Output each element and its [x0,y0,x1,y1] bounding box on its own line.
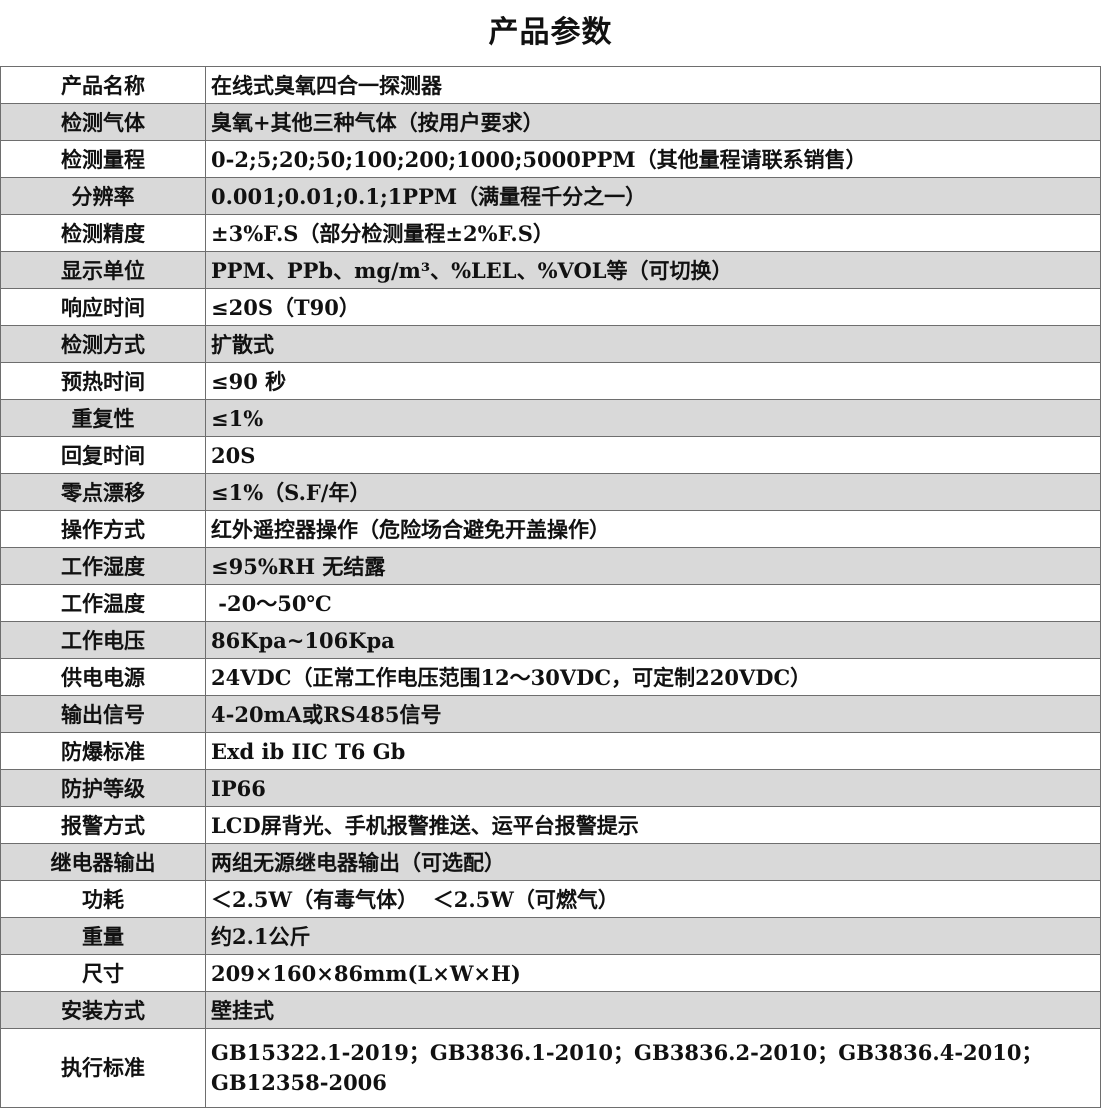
row-label: 操作方式 [0,510,206,548]
table-row: 显示单位 PPM、PPb、mg/m³、%LEL、%VOL等（可切换） [0,251,1101,289]
row-value: 4-20mA或RS485信号 [205,695,1101,733]
row-label: 尺寸 [0,954,206,992]
table-row: 工作湿度 ≤95%RH 无结露 [0,547,1101,585]
table-row: 供电电源 24VDC（正常工作电压范围12～30VDC，可定制220VDC） [0,658,1101,696]
row-value: ≤90 秒 [205,362,1101,400]
table-row: 分辨率 0.001;0.01;0.1;1PPM（满量程千分之一） [0,177,1101,215]
row-value: 红外遥控器操作（危险场合避免开盖操作） [205,510,1101,548]
row-label: 检测量程 [0,140,206,178]
row-value: 臭氧+其他三种气体（按用户要求） [205,103,1101,141]
table-row: 零点漂移 ≤1%（S.F/年） [0,473,1101,511]
table-row: 操作方式 红外遥控器操作（危险场合避免开盖操作） [0,510,1101,548]
row-label: 检测气体 [0,103,206,141]
row-label: 检测精度 [0,214,206,252]
table-row: 产品名称 在线式臭氧四合一探测器 [0,66,1101,104]
row-label: 工作湿度 [0,547,206,585]
row-label: 输出信号 [0,695,206,733]
row-label: 防爆标准 [0,732,206,770]
row-value: 扩散式 [205,325,1101,363]
row-value: ≤1% [205,399,1101,437]
table-row: 重量 约2.1公斤 [0,917,1101,955]
row-label: 报警方式 [0,806,206,844]
row-value: 24VDC（正常工作电压范围12～30VDC，可定制220VDC） [205,658,1101,696]
row-value: GB15322.1-2019；GB3836.1-2010；GB3836.2-20… [205,1028,1101,1108]
row-value: PPM、PPb、mg/m³、%LEL、%VOL等（可切换） [205,251,1101,289]
table-row: 防护等级 IP66 [0,769,1101,807]
table-row: 检测量程 0-2;5;20;50;100;200;1000;5000PPM（其他… [0,140,1101,178]
row-value: 20S [205,436,1101,474]
row-value: ＜2.5W（有毒气体） ＜2.5W（可燃气） [205,880,1101,918]
row-label: 执行标准 [0,1028,206,1108]
table-row: 防爆标准 Exd ib IIC T6 Gb [0,732,1101,770]
table-row: 尺寸 209×160×86mm(L×W×H) [0,954,1101,992]
row-label: 安装方式 [0,991,206,1029]
row-value: 209×160×86mm(L×W×H) [205,954,1101,992]
table-row: 检测精度 ±3%F.S（部分检测量程±2%F.S） [0,214,1101,252]
row-value: 约2.1公斤 [205,917,1101,955]
row-label: 工作电压 [0,621,206,659]
table-row: 工作温度 -20～50℃ [0,584,1101,622]
row-label: 分辨率 [0,177,206,215]
row-value: -20～50℃ [205,584,1101,622]
row-label: 显示单位 [0,251,206,289]
row-label: 工作温度 [0,584,206,622]
row-value: 两组无源继电器输出（可选配） [205,843,1101,881]
table-row: 回复时间 20S [0,436,1101,474]
table-row: 重复性 ≤1% [0,399,1101,437]
row-value: ±3%F.S（部分检测量程±2%F.S） [205,214,1101,252]
row-value: 0.001;0.01;0.1;1PPM（满量程千分之一） [205,177,1101,215]
row-label: 回复时间 [0,436,206,474]
row-value: 0-2;5;20;50;100;200;1000;5000PPM（其他量程请联系… [205,140,1101,178]
row-value: ≤1%（S.F/年） [205,473,1101,511]
row-value: IP66 [205,769,1101,807]
row-label: 重复性 [0,399,206,437]
table-row: 检测气体 臭氧+其他三种气体（按用户要求） [0,103,1101,141]
row-label: 功耗 [0,880,206,918]
row-label: 检测方式 [0,325,206,363]
table-row: 工作电压 86Kpa~106Kpa [0,621,1101,659]
table-row: 功耗 ＜2.5W（有毒气体） ＜2.5W（可燃气） [0,880,1101,918]
row-value: ≤95%RH 无结露 [205,547,1101,585]
row-label: 响应时间 [0,288,206,326]
table-row: 输出信号 4-20mA或RS485信号 [0,695,1101,733]
spec-table: 产品名称 在线式臭氧四合一探测器 检测气体 臭氧+其他三种气体（按用户要求） 检… [0,66,1101,1108]
table-row: 安装方式 壁挂式 [0,991,1101,1029]
row-value: ≤20S（T90） [205,288,1101,326]
page-title: 产品参数 [0,0,1101,66]
table-row: 执行标准 GB15322.1-2019；GB3836.1-2010；GB3836… [0,1028,1101,1108]
row-value: LCD屏背光、手机报警推送、运平台报警提示 [205,806,1101,844]
table-row: 报警方式 LCD屏背光、手机报警推送、运平台报警提示 [0,806,1101,844]
row-label: 防护等级 [0,769,206,807]
row-label: 产品名称 [0,66,206,104]
row-value: 在线式臭氧四合一探测器 [205,66,1101,104]
table-row: 响应时间 ≤20S（T90） [0,288,1101,326]
table-row: 继电器输出 两组无源继电器输出（可选配） [0,843,1101,881]
table-row: 预热时间 ≤90 秒 [0,362,1101,400]
row-label: 继电器输出 [0,843,206,881]
row-label: 预热时间 [0,362,206,400]
row-label: 重量 [0,917,206,955]
row-value: 壁挂式 [205,991,1101,1029]
row-value: 86Kpa~106Kpa [205,621,1101,659]
row-value: Exd ib IIC T6 Gb [205,732,1101,770]
row-label: 零点漂移 [0,473,206,511]
table-row: 检测方式 扩散式 [0,325,1101,363]
row-label: 供电电源 [0,658,206,696]
